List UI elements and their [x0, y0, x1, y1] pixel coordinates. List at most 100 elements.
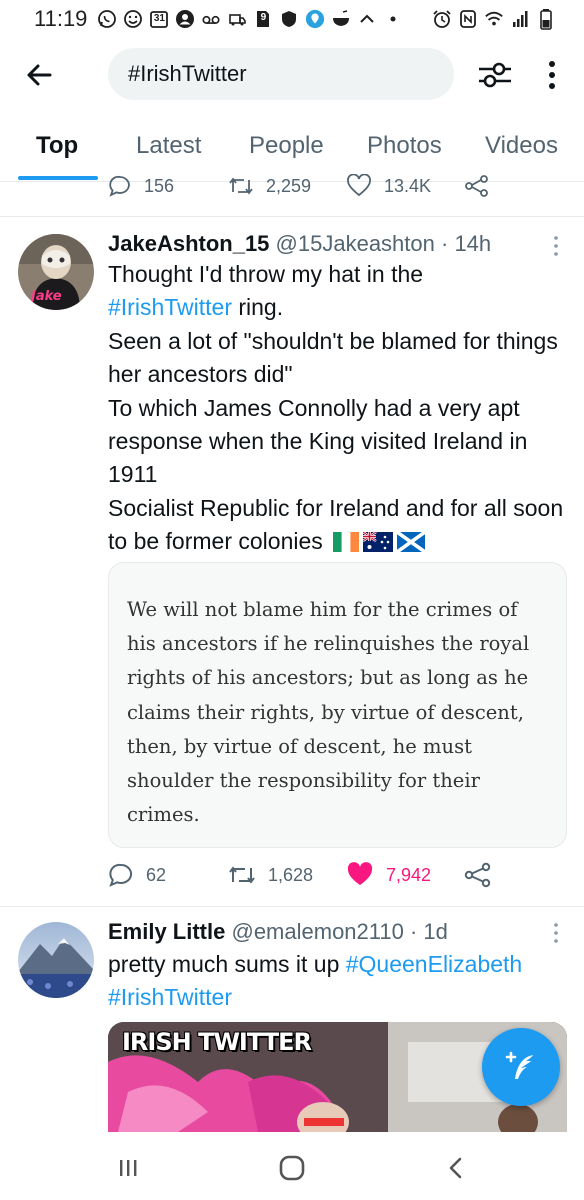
more-options-button[interactable]	[538, 56, 566, 94]
chevron-up-icon	[357, 9, 377, 29]
like-count: 13.4K	[384, 175, 432, 196]
nfc-icon	[458, 9, 478, 29]
back-chevron-icon	[449, 1157, 462, 1179]
reply-count: 156	[144, 175, 175, 196]
voicemail-icon	[201, 9, 221, 29]
heart-filled-icon	[347, 862, 373, 885]
dot-icon	[383, 9, 403, 29]
tweet-text-hashtag-line: #IrishTwitter ring.	[108, 291, 568, 324]
tab-videos[interactable]: Videos	[485, 132, 558, 160]
share-icon	[465, 175, 488, 197]
account-icon	[175, 9, 195, 29]
status-notification-icons: 31 9	[97, 9, 403, 29]
author-name[interactable]: Emily Little	[108, 919, 225, 944]
scotland-flag-icon	[396, 532, 425, 553]
search-query: #IrishTwitter	[128, 61, 247, 86]
search-app-bar: #IrishTwitter	[0, 46, 584, 104]
reply-icon	[109, 863, 133, 887]
calendar-day: 31	[153, 13, 165, 24]
tweet-text-plain: pretty much sums it up	[108, 951, 346, 977]
delivery-icon	[227, 9, 247, 29]
back-button[interactable]	[22, 58, 56, 92]
tweet-text-body: Seen a lot of "shouldn't be blamed for t…	[108, 325, 568, 559]
calendar-icon: 31	[149, 9, 169, 29]
recents-button[interactable]	[112, 1152, 144, 1184]
feather-plus-icon	[505, 1051, 533, 1079]
retweet-button[interactable]: 1,628	[228, 862, 313, 888]
sim-label: 9	[260, 12, 267, 23]
tab-top[interactable]: Top	[36, 132, 78, 160]
tweet-more-button[interactable]	[548, 234, 564, 258]
hashtag-link[interactable]: #IrishTwitter	[108, 984, 232, 1010]
retweet-count: 2,259	[266, 175, 312, 196]
hashtag-link[interactable]: #IrishTwitter	[108, 294, 232, 320]
author-handle[interactable]: @emalemon2110	[231, 919, 403, 944]
more-vertical-icon	[549, 61, 555, 89]
tweet-text: pretty much sums it up #QueenElizabeth #…	[108, 948, 568, 1015]
divider	[0, 216, 584, 217]
share-button[interactable]	[464, 862, 492, 888]
arrow-left-icon	[27, 64, 52, 86]
status-bar: 11:19 31 9	[0, 0, 584, 38]
tab-people[interactable]: People	[249, 132, 324, 160]
tweet-more-button[interactable]	[548, 921, 564, 945]
tweet-time: · 1d	[409, 919, 448, 944]
search-filter-button[interactable]	[476, 56, 514, 94]
recents-icon	[120, 1160, 137, 1176]
status-time: 11:19	[34, 6, 88, 31]
ireland-flag-icon	[332, 532, 359, 553]
divider	[0, 906, 584, 907]
reply-icon	[109, 175, 130, 197]
home-button[interactable]	[276, 1152, 308, 1184]
back-nav-button[interactable]	[440, 1152, 472, 1184]
author-name[interactable]: JakeAshton_15	[108, 231, 269, 256]
retweet-button[interactable]: 2,259	[228, 174, 311, 198]
battery-icon	[536, 9, 556, 30]
reply-button[interactable]: 62	[108, 862, 166, 888]
like-button[interactable]: 7,942	[346, 862, 431, 888]
tab-photos[interactable]: Photos	[367, 132, 442, 160]
search-input[interactable]: #IrishTwitter	[108, 48, 454, 100]
previous-tweet-actions: 156 2,259 13.4K	[0, 172, 584, 216]
emoji-icon	[123, 9, 143, 29]
alarm-icon	[432, 9, 452, 29]
shield-icon	[279, 9, 299, 29]
retweet-count: 1,628	[268, 864, 314, 885]
location-icon	[305, 9, 325, 29]
tweet-body-text: Seen a lot of "shouldn't be blamed for t…	[108, 327, 564, 555]
tweet-header: JakeAshton_15 @15Jakeashton · 14h	[108, 231, 491, 257]
bowl-icon	[331, 9, 351, 29]
sim-icon: 9	[253, 9, 273, 29]
reply-button[interactable]: 156	[108, 174, 174, 198]
quote-text: We will not blame him for the crimes of …	[127, 598, 530, 827]
like-button[interactable]: 13.4K	[346, 174, 431, 198]
tweet-text-after-hashtag: ring.	[231, 294, 284, 321]
like-count: 7,942	[386, 864, 432, 885]
avatar[interactable]	[18, 922, 94, 998]
more-vertical-icon	[554, 923, 558, 943]
compose-tweet-button[interactable]	[482, 1028, 560, 1106]
status-system-icons	[432, 9, 556, 30]
tweet-header: Emily Little @emalemon2110 · 1d	[108, 919, 448, 945]
system-navigation-bar	[0, 1132, 584, 1200]
tweet-text: Thought I'd throw my hat in the #IrishTw…	[108, 258, 568, 559]
share-icon	[464, 862, 491, 888]
quote-image-card[interactable]: We will not blame him for the crimes of …	[108, 562, 567, 848]
heart-icon	[347, 174, 371, 197]
home-icon	[279, 1155, 305, 1181]
hashtag-link[interactable]: #QueenElizabeth	[346, 951, 522, 977]
share-button[interactable]	[464, 174, 490, 198]
avatar-label: Jake	[28, 289, 62, 304]
more-vertical-icon	[554, 236, 558, 256]
author-handle[interactable]: @15Jakeashton	[276, 231, 435, 256]
reply-count: 62	[146, 864, 167, 885]
whatsapp-icon	[97, 9, 117, 29]
retweet-icon	[229, 866, 255, 884]
retweet-icon	[229, 177, 253, 195]
tab-latest[interactable]: Latest	[136, 132, 201, 160]
sliders-icon	[479, 62, 511, 88]
avatar[interactable]: Jake	[18, 234, 94, 310]
signal-icon	[510, 9, 530, 29]
australia-flag-icon	[362, 532, 393, 553]
flag-emojis	[332, 532, 425, 553]
